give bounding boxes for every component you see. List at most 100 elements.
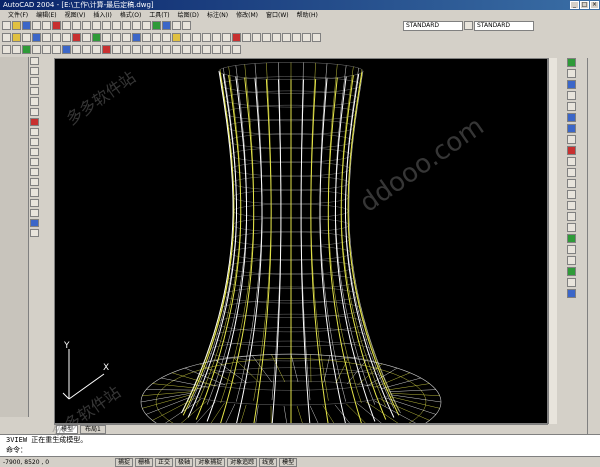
line-icon[interactable]: [30, 57, 39, 65]
command-window[interactable]: 3VIEW 正在重生成模型。 命令：: [0, 434, 600, 457]
grid-toggle[interactable]: 栅格: [135, 458, 153, 467]
interfere-icon[interactable]: [567, 278, 576, 287]
help-icon[interactable]: [182, 21, 191, 30]
materials-icon[interactable]: [192, 33, 201, 42]
arc-icon[interactable]: [30, 108, 39, 116]
dim-ordinate-icon[interactable]: [152, 45, 161, 54]
menu-dimension[interactable]: 标注(N): [207, 10, 228, 19]
snap-quadrant-icon[interactable]: [42, 45, 51, 54]
command-prompt[interactable]: 命令：: [0, 445, 600, 455]
undo-icon[interactable]: [92, 21, 101, 30]
join-icon[interactable]: [567, 190, 576, 199]
mirror-icon[interactable]: [567, 80, 576, 89]
dim-baseline-icon[interactable]: [202, 45, 211, 54]
ucs-3point-icon[interactable]: [252, 33, 261, 42]
redo-icon[interactable]: [102, 21, 111, 30]
menu-format[interactable]: 格式(O): [120, 10, 141, 19]
ucs-world-icon[interactable]: [212, 33, 221, 42]
ucs-z-icon[interactable]: [312, 33, 321, 42]
dim-diameter-icon[interactable]: [172, 45, 181, 54]
layer-previous-icon[interactable]: [22, 33, 31, 42]
menu-view[interactable]: 视图(V): [65, 10, 86, 19]
drawing-viewport[interactable]: Y X: [54, 58, 548, 424]
ucs-face-icon[interactable]: [272, 33, 281, 42]
zoom-window-icon[interactable]: [132, 21, 141, 30]
design-center-icon[interactable]: [162, 21, 171, 30]
snap-none-icon[interactable]: [112, 45, 121, 54]
close-button[interactable]: ×: [590, 1, 599, 9]
snap-parallel-icon[interactable]: [72, 45, 81, 54]
tolerance-icon[interactable]: [232, 45, 241, 54]
menu-insert[interactable]: 插入(I): [93, 10, 111, 19]
setup-view-icon[interactable]: [567, 289, 576, 298]
ucs-zaxis-icon[interactable]: [242, 33, 251, 42]
snap-tangent-icon[interactable]: [52, 45, 61, 54]
tab-model[interactable]: 模型: [56, 425, 78, 434]
scale-icon[interactable]: [567, 135, 576, 144]
snap-intersection-icon[interactable]: [22, 45, 31, 54]
polyline-icon[interactable]: [30, 77, 39, 85]
erase-icon[interactable]: [567, 58, 576, 67]
print-icon[interactable]: [32, 21, 41, 30]
pan-icon[interactable]: [112, 21, 121, 30]
otrack-toggle[interactable]: 对象追踪: [227, 458, 257, 467]
snap-center-icon[interactable]: [32, 45, 41, 54]
view-back-icon[interactable]: [82, 33, 91, 42]
new-file-icon[interactable]: [2, 21, 11, 30]
tab-layout1[interactable]: 布局1: [80, 425, 106, 434]
table-icon[interactable]: [30, 219, 39, 227]
explode-icon[interactable]: [567, 223, 576, 232]
orbit-icon[interactable]: [142, 33, 151, 42]
ortho-toggle[interactable]: 正交: [155, 458, 173, 467]
rotate-icon[interactable]: [567, 124, 576, 133]
point-icon[interactable]: [30, 188, 39, 196]
camera-icon[interactable]: [132, 33, 141, 42]
move-icon[interactable]: [567, 113, 576, 122]
text-style-select[interactable]: STANDARD: [403, 21, 463, 31]
menu-edit[interactable]: 编辑(E): [36, 10, 56, 19]
maximize-button[interactable]: □: [580, 1, 589, 9]
revolve-icon[interactable]: [567, 245, 576, 254]
lineweight-toggle[interactable]: 线宽: [259, 458, 277, 467]
cut-icon[interactable]: [52, 21, 61, 30]
ellipse-icon[interactable]: [30, 148, 39, 156]
menu-draw[interactable]: 绘图(D): [178, 10, 199, 19]
osnap-toggle[interactable]: 对象捕捉: [195, 458, 225, 467]
snap-nearest-icon[interactable]: [102, 45, 111, 54]
zoom-icon[interactable]: [122, 21, 131, 30]
snap-settings-icon[interactable]: [122, 45, 131, 54]
dim-radius-icon[interactable]: [162, 45, 171, 54]
shade-icon[interactable]: [152, 33, 161, 42]
extrude-icon[interactable]: [567, 234, 576, 243]
construction-line-icon[interactable]: [30, 67, 39, 75]
view-se-iso-icon[interactable]: [102, 33, 111, 42]
polygon-icon[interactable]: [30, 87, 39, 95]
menu-window[interactable]: 窗口(W): [266, 10, 289, 19]
dim-style-select[interactable]: STANDARD: [474, 21, 534, 31]
ucs-y-icon[interactable]: [302, 33, 311, 42]
ucs-x-icon[interactable]: [292, 33, 301, 42]
render-icon[interactable]: [162, 33, 171, 42]
light-icon[interactable]: [172, 33, 181, 42]
minimize-button[interactable]: _: [570, 1, 579, 9]
dim-linear-icon[interactable]: [132, 45, 141, 54]
ucs-icon[interactable]: [202, 33, 211, 42]
copy-object-icon[interactable]: [567, 69, 576, 78]
properties-icon[interactable]: [152, 21, 161, 30]
fillet-icon[interactable]: [567, 212, 576, 221]
snap-perpendicular-icon[interactable]: [62, 45, 71, 54]
ucs-view-icon[interactable]: [282, 33, 291, 42]
vertical-scrollbar[interactable]: [548, 58, 557, 424]
stretch-icon[interactable]: [567, 146, 576, 155]
snap-insert-icon[interactable]: [82, 45, 91, 54]
preview-icon[interactable]: [42, 21, 51, 30]
snap-midpoint-icon[interactable]: [12, 45, 21, 54]
ucs-object-icon[interactable]: [262, 33, 271, 42]
offset-icon[interactable]: [567, 91, 576, 100]
model-toggle[interactable]: 模型: [279, 458, 297, 467]
dim-continue-icon[interactable]: [212, 45, 221, 54]
copy-icon[interactable]: [62, 21, 71, 30]
leader-icon[interactable]: [222, 45, 231, 54]
snap-toggle[interactable]: 捕捉: [115, 458, 133, 467]
make-block-icon[interactable]: [30, 178, 39, 186]
